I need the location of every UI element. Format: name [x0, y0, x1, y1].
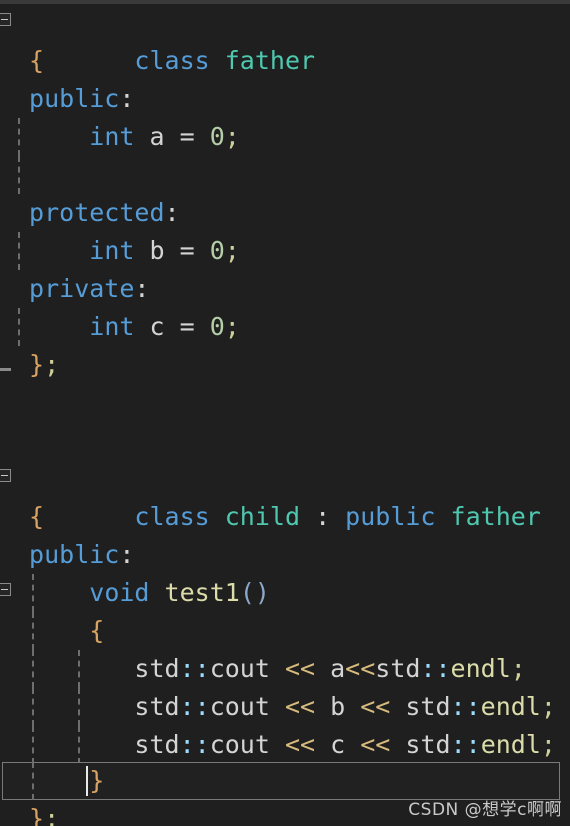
token-brace: {: [89, 616, 105, 645]
token-keyword: public: [14, 540, 120, 569]
token-operator: <<: [284, 730, 316, 759]
indent-guide: [18, 156, 20, 194]
code-editor[interactable]: class father { public: int a = 0; protec…: [0, 0, 570, 826]
token-keyword: int: [89, 236, 135, 265]
token-keyword: public: [14, 84, 120, 113]
token-operator: <<: [284, 654, 316, 683]
code-line[interactable]: std::cout << c << std::endl;: [0, 726, 570, 764]
code-line[interactable]: std::cout << b << std::endl;: [0, 688, 570, 726]
fold-end-marker-icon: [0, 368, 11, 371]
token-identifier: a =: [134, 122, 210, 151]
token-operator: <<: [360, 692, 391, 721]
token-function-name: test1: [164, 578, 240, 607]
token-identifier: c =: [134, 312, 210, 341]
code-line[interactable]: int a = 0;: [0, 118, 570, 156]
token-number: 0: [209, 312, 225, 341]
code-line[interactable]: {: [0, 42, 570, 80]
code-line[interactable]: int c = 0;: [0, 308, 570, 346]
code-line[interactable]: [0, 422, 570, 460]
token-identifier: b =: [134, 236, 210, 265]
code-line[interactable]: [0, 156, 570, 194]
token-operator: <<: [360, 730, 391, 759]
token-keyword: int: [89, 312, 135, 341]
code-line[interactable]: class child : public father: [0, 460, 570, 531]
token-brace: }: [89, 766, 105, 795]
text-cursor: [86, 766, 88, 796]
token-keyword: protected: [14, 198, 165, 227]
fold-marker-icon[interactable]: [0, 583, 11, 596]
code-line[interactable]: [0, 384, 570, 422]
token-brace: {: [14, 46, 45, 75]
token-brace: }: [14, 804, 45, 826]
code-line[interactable]: private:: [0, 270, 570, 308]
code-line[interactable]: void test1(): [0, 574, 570, 612]
token-keyword: void: [89, 578, 150, 607]
token-number: 0: [209, 236, 225, 265]
fold-marker-icon[interactable]: [0, 13, 11, 26]
error-squiggle-icon: [327, 752, 349, 759]
token-keyword: private: [14, 274, 135, 303]
code-line[interactable]: };: [0, 346, 570, 384]
code-line[interactable]: class father: [0, 4, 570, 75]
csdn-watermark: CSDN @想学c啊啊: [408, 800, 562, 820]
code-line[interactable]: {: [0, 612, 570, 650]
code-line[interactable]: {: [0, 498, 570, 536]
token-brace: }: [14, 350, 45, 379]
token-operator: <<: [284, 692, 316, 721]
token-number: 0: [209, 122, 225, 151]
code-line[interactable]: public:: [0, 80, 570, 118]
code-line[interactable]: std::cout << a<<std::endl;: [0, 650, 570, 688]
code-line[interactable]: protected:: [0, 194, 570, 232]
code-line[interactable]: public:: [0, 536, 570, 574]
fold-marker-icon[interactable]: [0, 469, 11, 482]
token-operator: <<: [345, 654, 376, 683]
code-content[interactable]: class father { public: int a = 0; protec…: [0, 4, 570, 826]
token-keyword: int: [89, 122, 135, 151]
code-line[interactable]: int b = 0;: [0, 232, 570, 270]
token-brace: {: [14, 502, 45, 531]
